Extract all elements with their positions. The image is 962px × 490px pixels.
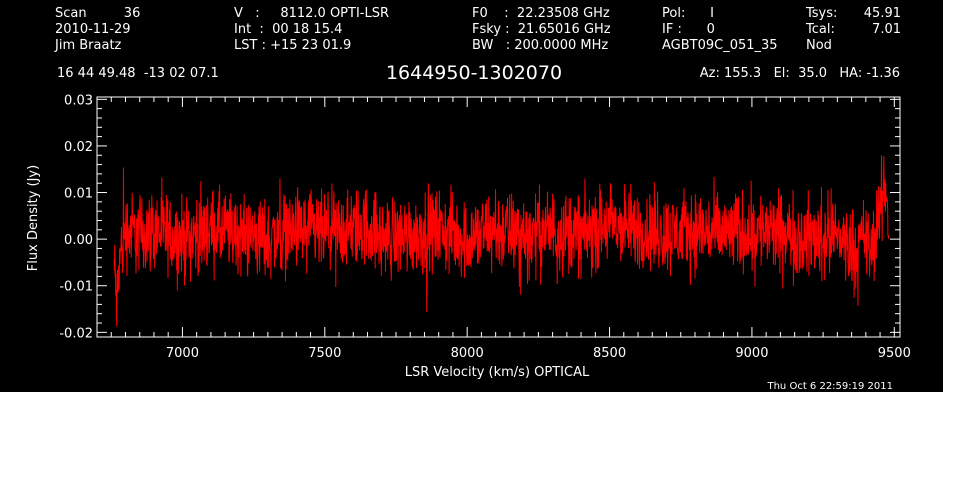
x-axis-title: LSR Velocity (km/s) OPTICAL [405,365,590,380]
x-tick-label: 8000 [451,346,484,361]
x-tick-label: 9500 [878,346,911,361]
x-tick-label: 7000 [166,346,199,361]
plot-panel: Scan 36 2010-11-29 Jim Braatz V : 8112.0 O… [0,0,943,392]
y-axis-title: Flux Density (Jy) [26,165,41,271]
y-tick-label: 0.03 [64,93,93,108]
spectrum-chart: 1644950-1302070 7000 7500 8000 8500 9000 9500… [26,62,911,392]
x-tick-label: 7500 [308,346,341,361]
timestamp: Thu Oct 6 22:59:19 2011 [766,381,893,392]
x-tick-label: 8500 [593,346,626,361]
y-tick-label: 0.02 [64,140,93,155]
y-tick-label: -0.02 [59,326,93,341]
y-tick-label: 0.00 [64,233,93,248]
series-line [113,155,890,327]
plot-area [113,155,890,327]
y-tick-label: -0.01 [59,280,93,295]
x-tick-label: 9000 [735,346,768,361]
y-tick-label: 0.01 [64,187,93,202]
chart-title: 1644950-1302070 [386,62,562,84]
